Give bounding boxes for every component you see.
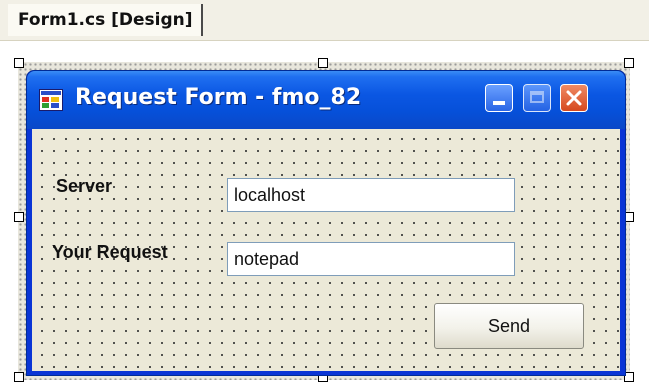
resize-handle-bottom-left[interactable] xyxy=(14,372,24,382)
resize-handle-middle-left[interactable] xyxy=(14,212,24,222)
form-window[interactable]: Request Form - fmo_82 Server localhost Y… xyxy=(26,70,626,376)
minimize-icon xyxy=(493,101,505,105)
resize-handle-top-left[interactable] xyxy=(14,58,24,68)
server-label: Server xyxy=(56,176,113,196)
resize-handle-top-right[interactable] xyxy=(624,58,634,68)
resize-handle-top-center[interactable] xyxy=(318,58,328,68)
form-title: Request Form - fmo_82 xyxy=(75,85,362,110)
form-client-area: Server localhost Your Request notepad Se… xyxy=(32,129,620,371)
send-button[interactable]: Send xyxy=(434,303,584,349)
designer-tab-strip: Form1.cs [Design] xyxy=(0,0,649,41)
server-input[interactable]: localhost xyxy=(227,178,515,212)
minimize-button[interactable] xyxy=(485,84,513,112)
form-icon xyxy=(39,89,63,111)
close-button[interactable] xyxy=(560,84,588,112)
maximize-icon xyxy=(530,91,544,103)
request-input[interactable]: notepad xyxy=(227,242,515,276)
tab-form1-design[interactable]: Form1.cs [Design] xyxy=(8,4,203,36)
close-icon xyxy=(561,85,587,111)
form-titlebar[interactable]: Request Form - fmo_82 xyxy=(27,71,625,129)
request-label: Your Request xyxy=(52,242,168,262)
maximize-button[interactable] xyxy=(523,84,551,112)
